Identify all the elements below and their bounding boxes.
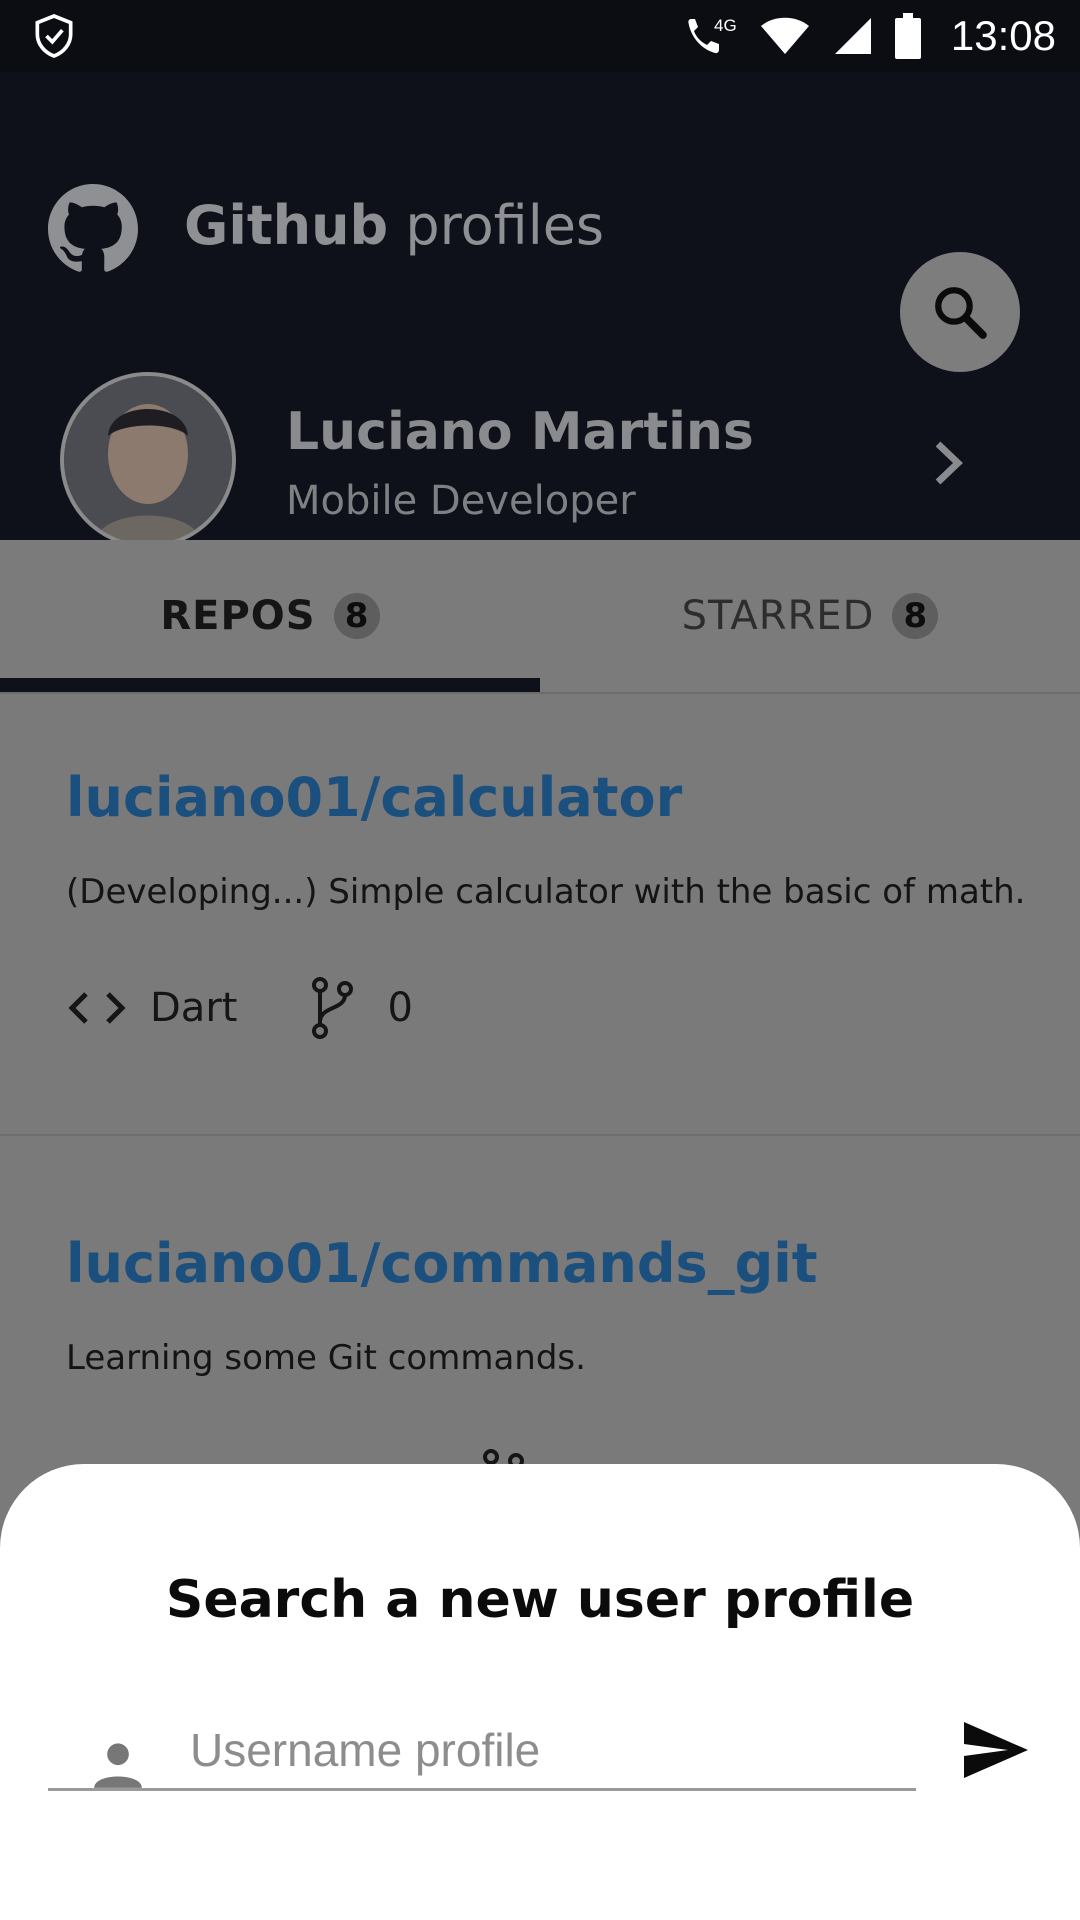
tab-starred-count-badge: 8 <box>892 593 939 639</box>
username-field <box>48 1698 916 1791</box>
username-input[interactable] <box>190 1720 890 1780</box>
app-title-bold: Github <box>184 194 389 257</box>
user-role: Mobile Developer <box>286 478 636 524</box>
sheet-title: Search a new user profile <box>165 1570 915 1630</box>
repo-description: Learning some Git commands. <box>66 1338 586 1378</box>
code-icon <box>68 992 126 1024</box>
tab-repos-count-badge: 8 <box>333 593 380 639</box>
person-icon <box>94 1743 142 1788</box>
repo-list-item[interactable]: luciano01/calculator (Developing...) Sim… <box>0 694 1080 1136</box>
send-button[interactable] <box>960 1718 1032 1782</box>
battery-icon <box>894 13 921 59</box>
repo-name-link[interactable]: luciano01/calculator <box>66 766 682 829</box>
profile-header: Github profiles Luciano Martins Mobile D… <box>0 72 1080 548</box>
cell-signal-icon <box>834 18 871 54</box>
repo-language: Dart <box>150 985 238 1031</box>
shield-check-icon <box>35 14 73 58</box>
status-bar: 4G 13:08 <box>0 0 1080 72</box>
tab-starred-label: STARRED <box>681 593 875 639</box>
search-icon <box>935 287 987 339</box>
avatar-photo-icon <box>64 376 232 544</box>
repo-fork-count: 0 <box>387 985 413 1031</box>
app-title-regular: profiles <box>388 194 605 257</box>
user-name: Luciano Martins <box>286 402 754 462</box>
tab-bar: REPOS 8 STARRED 8 <box>0 540 1080 694</box>
status-time: 13:08 <box>950 12 1056 59</box>
search-bottom-sheet: Search a new user profile <box>0 1464 1080 1920</box>
github-logo-icon <box>48 184 138 272</box>
network-label: 4G <box>714 16 737 35</box>
send-icon <box>964 1722 1028 1778</box>
repo-meta: Dart 0 <box>66 976 413 1040</box>
chevron-right-icon[interactable] <box>930 438 966 488</box>
wifi-call-icon: 4G <box>688 16 737 54</box>
avatar[interactable] <box>60 372 236 548</box>
tab-repos[interactable]: REPOS 8 <box>0 540 540 692</box>
app-title: Github profiles <box>184 194 604 257</box>
wifi-icon <box>760 17 809 54</box>
tab-repos-label: REPOS <box>160 593 316 639</box>
tab-selected-indicator <box>0 678 540 692</box>
fork-icon <box>312 977 354 1039</box>
repo-name-link[interactable]: luciano01/commands_git <box>66 1232 818 1295</box>
tab-starred[interactable]: STARRED 8 <box>540 540 1080 692</box>
search-button[interactable] <box>900 252 1020 372</box>
repo-description: (Developing...) Simple calculator with t… <box>66 872 1026 912</box>
